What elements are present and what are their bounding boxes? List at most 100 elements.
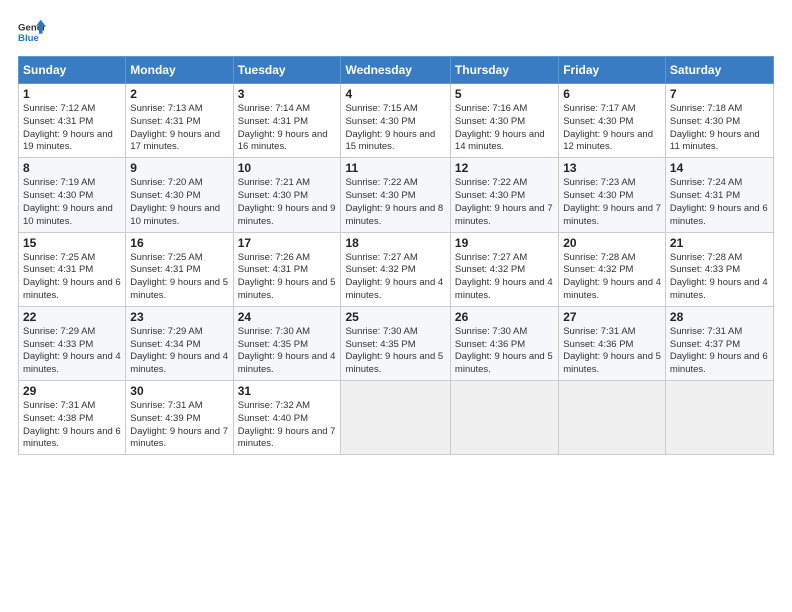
day-number: 10	[238, 161, 337, 175]
header-day-sunday: Sunday	[19, 57, 126, 84]
header-day-saturday: Saturday	[665, 57, 773, 84]
cell-info: Sunrise: 7:17 AM Sunset: 4:30 PM Dayligh…	[563, 103, 653, 152]
day-number: 5	[455, 87, 554, 101]
day-number: 26	[455, 310, 554, 324]
day-number: 13	[563, 161, 661, 175]
calendar-page: General Blue SundayMondayTuesdayWednesda…	[0, 0, 792, 465]
day-number: 2	[130, 87, 228, 101]
calendar-cell: 7 Sunrise: 7:18 AM Sunset: 4:30 PM Daylig…	[665, 84, 773, 158]
cell-info: Sunrise: 7:25 AM Sunset: 4:31 PM Dayligh…	[130, 252, 228, 301]
header-day-wednesday: Wednesday	[341, 57, 450, 84]
cell-info: Sunrise: 7:27 AM Sunset: 4:32 PM Dayligh…	[455, 252, 553, 301]
calendar-cell	[341, 381, 450, 455]
cell-info: Sunrise: 7:27 AM Sunset: 4:32 PM Dayligh…	[345, 252, 443, 301]
header: General Blue	[18, 18, 774, 46]
day-number: 8	[23, 161, 121, 175]
calendar-cell: 21 Sunrise: 7:28 AM Sunset: 4:33 PM Dayli…	[665, 232, 773, 306]
day-number: 16	[130, 236, 228, 250]
calendar-cell: 31Sunrise: 7:32 AM Sunset: 4:40 PM Dayli…	[233, 381, 341, 455]
cell-info: Sunrise: 7:21 AM Sunset: 4:30 PM Dayligh…	[238, 177, 336, 226]
calendar-cell: 15Sunrise: 7:25 AM Sunset: 4:31 PM Dayli…	[19, 232, 126, 306]
cell-info: Sunrise: 7:29 AM Sunset: 4:33 PM Dayligh…	[23, 326, 121, 375]
cell-info: Sunrise: 7:31 AM Sunset: 4:37 PM Dayligh…	[670, 326, 768, 375]
week-row-3: 15Sunrise: 7:25 AM Sunset: 4:31 PM Dayli…	[19, 232, 774, 306]
day-number: 22	[23, 310, 121, 324]
calendar-cell: 9 Sunrise: 7:20 AM Sunset: 4:30 PM Daylig…	[126, 158, 233, 232]
week-row-4: 22 Sunrise: 7:29 AM Sunset: 4:33 PM Dayli…	[19, 306, 774, 380]
calendar-cell: 18Sunrise: 7:27 AM Sunset: 4:32 PM Dayli…	[341, 232, 450, 306]
day-number: 19	[455, 236, 554, 250]
header-day-thursday: Thursday	[450, 57, 558, 84]
calendar-cell: 10 Sunrise: 7:21 AM Sunset: 4:30 PM Dayli…	[233, 158, 341, 232]
day-number: 1	[23, 87, 121, 101]
calendar-cell: 1 Sunrise: 7:12 AM Sunset: 4:31 PM Daylig…	[19, 84, 126, 158]
calendar-cell: 27 Sunrise: 7:31 AM Sunset: 4:36 PM Dayli…	[559, 306, 666, 380]
calendar-cell: 20Sunrise: 7:28 AM Sunset: 4:32 PM Dayli…	[559, 232, 666, 306]
cell-info: Sunrise: 7:32 AM Sunset: 4:40 PM Dayligh…	[238, 400, 336, 449]
day-number: 24	[238, 310, 337, 324]
logo-icon: General Blue	[18, 18, 46, 46]
cell-info: Sunrise: 7:12 AM Sunset: 4:31 PM Dayligh…	[23, 103, 113, 152]
calendar-cell: 12Sunrise: 7:22 AM Sunset: 4:30 PM Dayli…	[450, 158, 558, 232]
day-number: 17	[238, 236, 337, 250]
calendar-cell: 5 Sunrise: 7:16 AM Sunset: 4:30 PM Daylig…	[450, 84, 558, 158]
cell-info: Sunrise: 7:16 AM Sunset: 4:30 PM Dayligh…	[455, 103, 545, 152]
cell-info: Sunrise: 7:15 AM Sunset: 4:30 PM Dayligh…	[345, 103, 435, 152]
cell-info: Sunrise: 7:24 AM Sunset: 4:31 PM Dayligh…	[670, 177, 768, 226]
calendar-cell: 19 Sunrise: 7:27 AM Sunset: 4:32 PM Dayli…	[450, 232, 558, 306]
day-number: 20	[563, 236, 661, 250]
cell-info: Sunrise: 7:30 AM Sunset: 4:36 PM Dayligh…	[455, 326, 553, 375]
cell-info: Sunrise: 7:13 AM Sunset: 4:31 PM Dayligh…	[130, 103, 220, 152]
calendar-cell: 8 Sunrise: 7:19 AM Sunset: 4:30 PM Daylig…	[19, 158, 126, 232]
cell-info: Sunrise: 7:29 AM Sunset: 4:34 PM Dayligh…	[130, 326, 228, 375]
cell-info: Sunrise: 7:20 AM Sunset: 4:30 PM Dayligh…	[130, 177, 220, 226]
cell-info: Sunrise: 7:22 AM Sunset: 4:30 PM Dayligh…	[345, 177, 443, 226]
cell-info: Sunrise: 7:18 AM Sunset: 4:30 PM Dayligh…	[670, 103, 760, 152]
calendar-cell: 28Sunrise: 7:31 AM Sunset: 4:37 PM Dayli…	[665, 306, 773, 380]
header-day-monday: Monday	[126, 57, 233, 84]
calendar-cell: 16 Sunrise: 7:25 AM Sunset: 4:31 PM Dayli…	[126, 232, 233, 306]
header-row: SundayMondayTuesdayWednesdayThursdayFrid…	[19, 57, 774, 84]
calendar-table: SundayMondayTuesdayWednesdayThursdayFrid…	[18, 56, 774, 455]
week-row-2: 8 Sunrise: 7:19 AM Sunset: 4:30 PM Daylig…	[19, 158, 774, 232]
calendar-cell: 30 Sunrise: 7:31 AM Sunset: 4:39 PM Dayli…	[126, 381, 233, 455]
day-number: 27	[563, 310, 661, 324]
day-number: 4	[345, 87, 445, 101]
day-number: 3	[238, 87, 337, 101]
calendar-cell	[450, 381, 558, 455]
cell-info: Sunrise: 7:25 AM Sunset: 4:31 PM Dayligh…	[23, 252, 121, 301]
svg-text:Blue: Blue	[18, 33, 39, 44]
calendar-cell: 2 Sunrise: 7:13 AM Sunset: 4:31 PM Daylig…	[126, 84, 233, 158]
cell-info: Sunrise: 7:31 AM Sunset: 4:39 PM Dayligh…	[130, 400, 228, 449]
day-number: 25	[345, 310, 445, 324]
calendar-cell: 25Sunrise: 7:30 AM Sunset: 4:35 PM Dayli…	[341, 306, 450, 380]
calendar-cell: 23 Sunrise: 7:29 AM Sunset: 4:34 PM Dayli…	[126, 306, 233, 380]
cell-info: Sunrise: 7:31 AM Sunset: 4:36 PM Dayligh…	[563, 326, 661, 375]
day-number: 6	[563, 87, 661, 101]
calendar-cell: 26 Sunrise: 7:30 AM Sunset: 4:36 PM Dayli…	[450, 306, 558, 380]
cell-info: Sunrise: 7:31 AM Sunset: 4:38 PM Dayligh…	[23, 400, 121, 449]
calendar-cell: 14Sunrise: 7:24 AM Sunset: 4:31 PM Dayli…	[665, 158, 773, 232]
day-number: 9	[130, 161, 228, 175]
calendar-cell: 22 Sunrise: 7:29 AM Sunset: 4:33 PM Dayli…	[19, 306, 126, 380]
calendar-cell: 24 Sunrise: 7:30 AM Sunset: 4:35 PM Dayli…	[233, 306, 341, 380]
week-row-5: 29 Sunrise: 7:31 AM Sunset: 4:38 PM Dayli…	[19, 381, 774, 455]
cell-info: Sunrise: 7:19 AM Sunset: 4:30 PM Dayligh…	[23, 177, 113, 226]
day-number: 29	[23, 384, 121, 398]
cell-info: Sunrise: 7:30 AM Sunset: 4:35 PM Dayligh…	[238, 326, 336, 375]
calendar-cell: 13Sunrise: 7:23 AM Sunset: 4:30 PM Dayli…	[559, 158, 666, 232]
day-number: 7	[670, 87, 769, 101]
calendar-cell: 3 Sunrise: 7:14 AM Sunset: 4:31 PM Daylig…	[233, 84, 341, 158]
cell-info: Sunrise: 7:22 AM Sunset: 4:30 PM Dayligh…	[455, 177, 553, 226]
calendar-cell	[665, 381, 773, 455]
calendar-cell: 4 Sunrise: 7:15 AM Sunset: 4:30 PM Daylig…	[341, 84, 450, 158]
day-number: 21	[670, 236, 769, 250]
calendar-cell: 17 Sunrise: 7:26 AM Sunset: 4:31 PM Dayli…	[233, 232, 341, 306]
day-number: 23	[130, 310, 228, 324]
logo: General Blue	[18, 18, 46, 46]
calendar-cell	[559, 381, 666, 455]
day-number: 30	[130, 384, 228, 398]
cell-info: Sunrise: 7:28 AM Sunset: 4:33 PM Dayligh…	[670, 252, 768, 301]
cell-info: Sunrise: 7:14 AM Sunset: 4:31 PM Dayligh…	[238, 103, 328, 152]
cell-info: Sunrise: 7:26 AM Sunset: 4:31 PM Dayligh…	[238, 252, 336, 301]
